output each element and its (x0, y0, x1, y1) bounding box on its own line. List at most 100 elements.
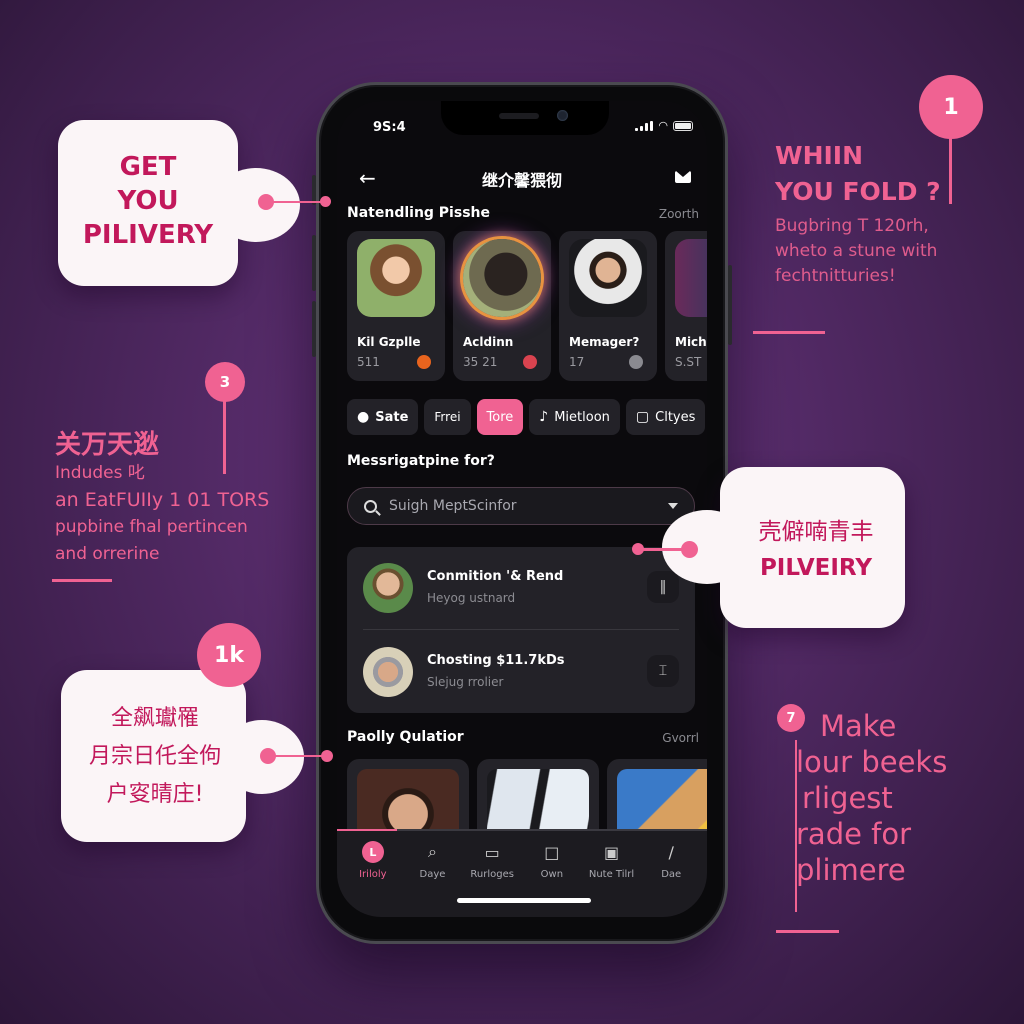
home-indicator (457, 898, 591, 903)
profile-icon: L (361, 841, 384, 863)
profile-photo (463, 239, 541, 317)
nav-item-wallet[interactable]: ▭ Rurloges (462, 841, 522, 881)
callout-body: Bugbring T 120rh, wheto a stune with fec… (775, 216, 938, 286)
profile-card[interactable]: Memager? 17 (559, 231, 657, 381)
battery-icon (673, 121, 693, 131)
callout-heading: 关万天逖 (55, 430, 160, 460)
count-badge: 1k (197, 623, 261, 687)
profile-card[interactable]: Micho S.ST (665, 231, 707, 381)
status-icons: ◠ (635, 119, 693, 132)
nav-label: Daye (419, 869, 446, 880)
nav-label: Own (540, 869, 564, 880)
callout-text: GET YOU PILIVERY (82, 152, 214, 250)
filter-chips: ● Sate Frrei Tore ♪ Mietloon ▢ Cltyes (347, 399, 706, 435)
callout-tab (662, 510, 752, 584)
avatar (363, 647, 413, 697)
divider (363, 629, 679, 630)
nav-item-profile[interactable]: L Iriloly (343, 841, 403, 880)
calendar-icon: ▢ (635, 409, 650, 425)
nav-label: Nute Tilrl (588, 869, 635, 880)
pause-icon[interactable]: ‖ (647, 571, 679, 603)
speaker (499, 113, 539, 119)
microphone-icon: ∕ (668, 842, 674, 862)
callout-text: 壳僻喃青丰 PILVEIRY (758, 519, 874, 581)
mail-icon[interactable] (675, 171, 691, 183)
chevron-down-icon[interactable] (668, 503, 678, 509)
text-cursor-icon[interactable]: ⌶ (647, 655, 679, 687)
popular-title: Paolly Qulatior (347, 729, 464, 745)
chat-name: Chosting $11.7kDs (427, 653, 565, 668)
step-number-badge: 3 (205, 362, 245, 402)
phone-mockup: 9S:4 ◠ ← 继介馨猥彻 Natendling Pisshe Zoorth … (312, 82, 732, 944)
chip-frrei[interactable]: Frrei (424, 399, 471, 435)
nav-label: Dae (661, 869, 682, 880)
power-button (728, 265, 732, 345)
underline-divider (52, 579, 112, 582)
chip-label: Sate (375, 409, 409, 425)
nav-item-microphone[interactable]: ∕ Dae (641, 841, 701, 881)
signal-icon (635, 121, 654, 131)
profile-name: Memager? (569, 335, 640, 349)
profile-name: Micho (675, 335, 707, 349)
chat-subtitle: Slejug rrolier (427, 675, 504, 689)
bag-icon: □ (544, 842, 560, 862)
search-placeholder: Suigh MeptScinfor (389, 498, 517, 514)
apple-icon: ● (357, 409, 370, 425)
chat-list: Conmition '& Rend Heyog ustnard ‖ Chosti… (347, 547, 695, 713)
chat-list-item[interactable]: Chosting $11.7kDs Slejug rrolier ⌶ (347, 631, 695, 713)
emoji-badge-icon (417, 355, 431, 369)
phone-screen: 9S:4 ◠ ← 继介馨猥彻 Natendling Pisshe Zoorth … (337, 101, 707, 917)
search-icon: ⌕ (428, 842, 437, 861)
notch (441, 101, 609, 135)
chip-label: Cltyes (655, 409, 696, 425)
nav-label: Iriloly (359, 869, 387, 880)
callout-text: 全飙瓛罹 月宗日仛全佝 户叜晴庄! (88, 706, 221, 807)
chip-sate[interactable]: ● Sate (347, 399, 419, 435)
chip-tore[interactable]: Tore (476, 399, 524, 435)
nav-item-bag[interactable]: □ Own (522, 841, 582, 881)
nav-item-save[interactable]: ▣ Nute Tilrl (582, 841, 642, 881)
step-number-badge: 1 (919, 75, 983, 139)
profile-card[interactable]: Acldinn 35 21 (453, 231, 551, 381)
nav-label: Rurloges (470, 869, 514, 880)
trending-see-all-link[interactable]: Zoorth (659, 207, 699, 221)
save-icon: ▣ (603, 842, 620, 862)
music-note-icon: ♪ (539, 409, 549, 425)
connector-line (640, 548, 686, 551)
profile-photo (357, 239, 435, 317)
nav-item-search[interactable]: ⌕ Daye (403, 841, 463, 880)
connector-dot (321, 750, 333, 762)
callout-heading: WHIIN YOU FOLD ? (775, 141, 941, 206)
profile-name: Acldinn (463, 335, 514, 349)
page-title: 继介馨猥彻 (481, 171, 562, 190)
question-heading: Messrigatpine for? (347, 453, 495, 469)
volume-up-button (312, 235, 316, 291)
emoji-badge-icon (523, 355, 537, 369)
pin-line (949, 138, 952, 204)
profile-count: 17 (569, 355, 585, 369)
wallet-icon: ▭ (484, 842, 500, 862)
chip-label: Mietloon (554, 409, 610, 425)
emoji-badge-icon (629, 355, 643, 369)
profile-count: 35 21 (463, 355, 498, 369)
chip-label: Tore (486, 409, 514, 425)
trending-profiles: Kil Gzplle 511 Acldinn 35 21 Memager? 17… (347, 231, 707, 381)
profile-photo (569, 239, 647, 317)
popular-see-all-link[interactable]: Gvorrl (662, 731, 699, 745)
profile-count: S.ST (675, 355, 702, 369)
avatar (363, 563, 413, 613)
profile-card[interactable]: Kil Gzplle 511 (347, 231, 445, 381)
bottom-nav: L Iriloly ⌕ Daye ▭ Rurloges □ Own ▣ Nute… (337, 829, 707, 917)
status-time: 9S:4 (373, 120, 406, 135)
search-input[interactable]: Suigh MeptScinfor (347, 487, 695, 525)
trending-title: Natendling Pisshe (347, 205, 490, 221)
chip-cltyes[interactable]: ▢ Cltyes (625, 399, 706, 435)
chat-list-item[interactable]: Conmition '& Rend Heyog ustnard ‖ (347, 547, 695, 629)
chat-subtitle: Heyog ustnard (427, 591, 516, 605)
wifi-icon: ◠ (658, 119, 668, 132)
callout-body: Indudes 叱 an EatFUIIy 1 01 TORS pupbine … (55, 463, 270, 564)
chip-mietloon[interactable]: ♪ Mietloon (529, 399, 620, 435)
connector-dot (632, 543, 644, 555)
profile-photo (675, 239, 707, 317)
connector-line (270, 201, 324, 203)
